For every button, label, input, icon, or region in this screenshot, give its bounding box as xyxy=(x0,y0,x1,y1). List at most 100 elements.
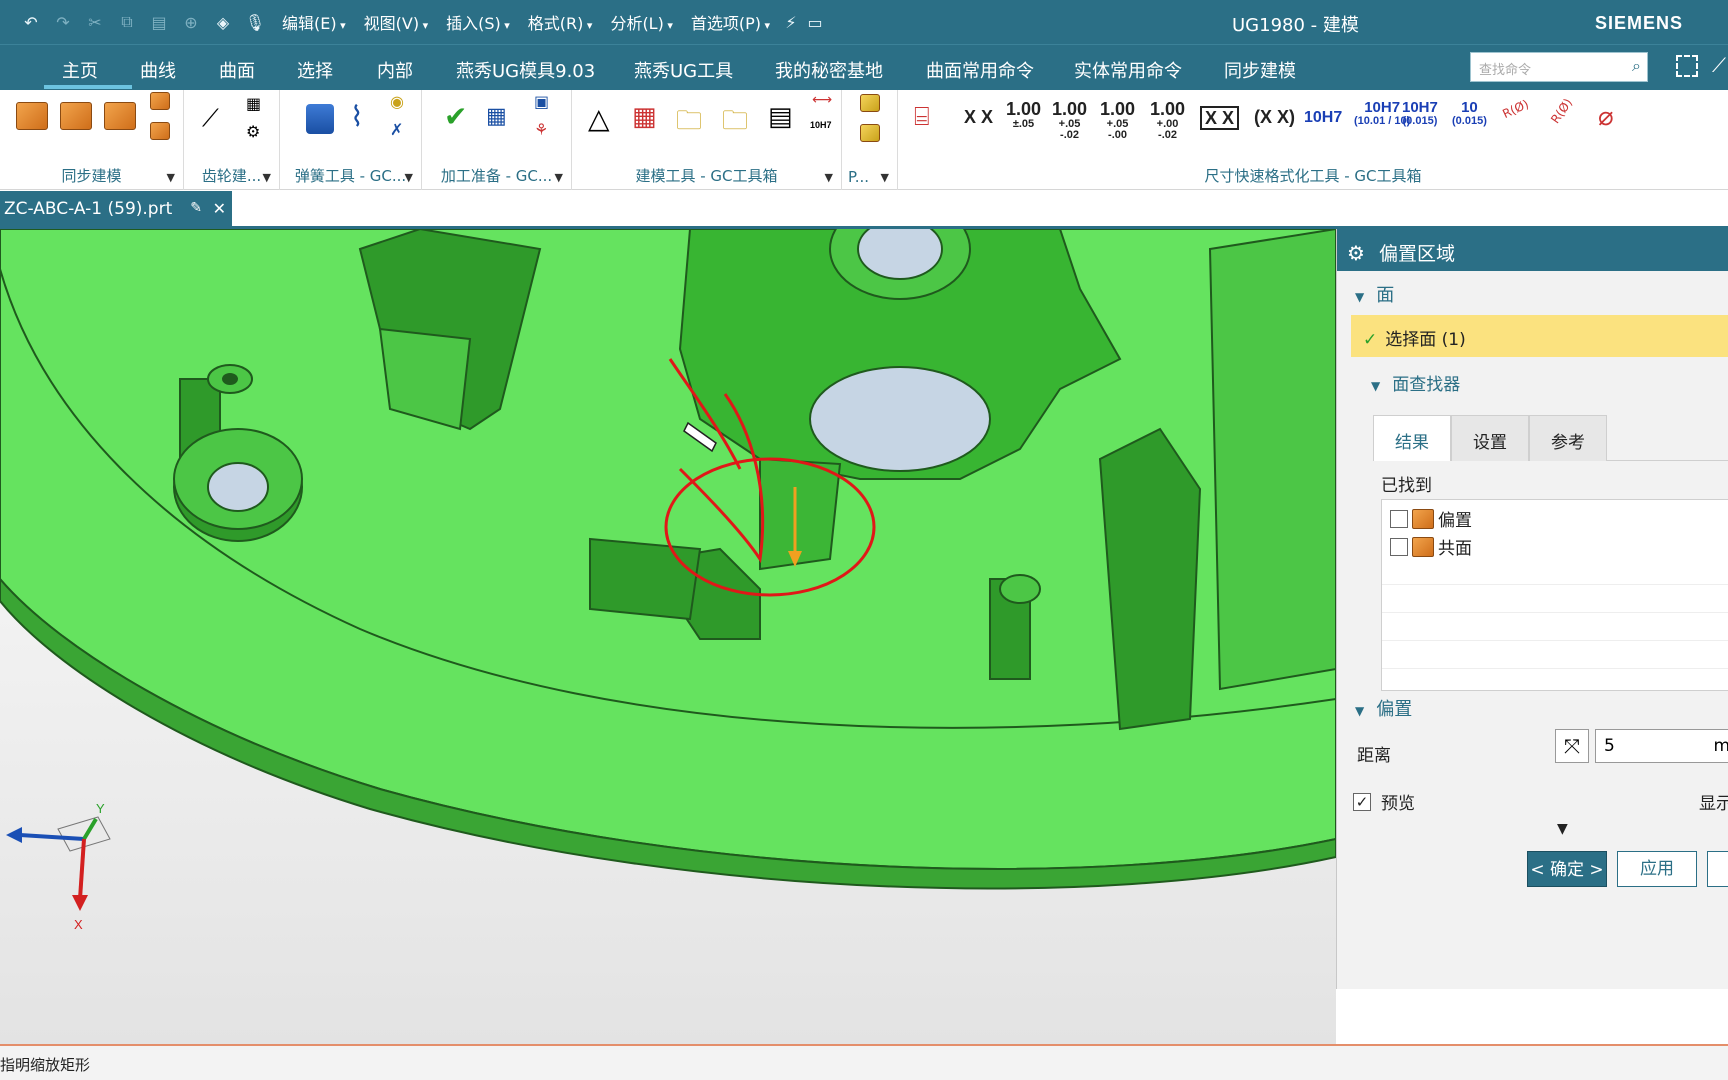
note-icon[interactable]: ▤ xyxy=(768,102,793,132)
reverse-direction-icon[interactable]: ⤧ xyxy=(1555,729,1589,763)
document-tab[interactable]: ZC-ABC-A-1 (59).prt ✎ ✕ xyxy=(0,191,232,229)
close-icon[interactable]: ✕ xyxy=(213,199,226,218)
dim-reference-button[interactable]: (X X) xyxy=(1254,108,1295,126)
select-face-row[interactable]: ✓ 选择面 (1) xyxy=(1351,315,1728,357)
tab-select[interactable]: 选择 xyxy=(297,57,333,83)
dim-symmetric-tol-button[interactable]: 1.00 ±.05 xyxy=(1006,100,1041,130)
window-layout-icon[interactable]: ▭ xyxy=(804,11,826,33)
tab-surface[interactable]: 曲面 xyxy=(219,57,255,83)
tab-curve[interactable]: 曲线 xyxy=(140,57,176,83)
menu-analysis[interactable]: 分析(L) xyxy=(602,10,680,34)
dimension-frame-icon[interactable]: ⌸ xyxy=(914,102,930,133)
compression-spring-icon[interactable]: ⌇ xyxy=(350,100,364,133)
show-result-button[interactable]: 显示 xyxy=(1699,789,1728,814)
disc-spring-icon[interactable]: ◉ xyxy=(390,92,404,111)
collapse-ribbon-icon[interactable]: ⟋ xyxy=(1712,53,1726,77)
preview-checkbox[interactable] xyxy=(1353,792,1371,811)
microphone-icon[interactable]: 🎙 xyxy=(244,11,266,33)
graphics-viewport[interactable]: Y X xyxy=(0,229,1336,1044)
chevron-down-icon[interactable]: ▼ xyxy=(1371,379,1380,393)
cut-icon[interactable]: ✂ xyxy=(84,11,106,33)
tab-home[interactable]: 主页 xyxy=(62,57,98,83)
tab-results[interactable]: 结果 xyxy=(1373,415,1451,461)
measure-icon[interactable]: ⟷ xyxy=(812,92,832,108)
more-options-icon[interactable]: ▼ xyxy=(1557,821,1568,837)
list-item[interactable]: 共面 xyxy=(1390,534,1472,559)
distance-input[interactable]: 5 m xyxy=(1595,729,1728,763)
fit-icon[interactable]: 10H7 xyxy=(810,120,832,130)
tab-solid-commands[interactable]: 实体常用命令 xyxy=(1074,57,1182,83)
menu-edit[interactable]: 编辑(E) xyxy=(274,10,354,34)
machining-features-icon[interactable]: ▦ xyxy=(486,104,507,129)
chevron-down-icon[interactable]: ▼ xyxy=(555,171,563,184)
dim-fit-button[interactable]: 10H7 xyxy=(1304,110,1342,126)
p-tool-2-icon[interactable] xyxy=(860,124,880,142)
move-face-icon[interactable] xyxy=(16,102,48,130)
table-icon[interactable]: ▦ xyxy=(632,102,657,132)
chevron-down-icon[interactable]: ▼ xyxy=(1355,704,1364,718)
delete-face-icon[interactable] xyxy=(60,102,92,130)
preview-toggle[interactable]: 预览 xyxy=(1353,789,1415,814)
offset-checkbox[interactable] xyxy=(1390,509,1408,528)
finder-section-header[interactable]: ▼ 面查找器 xyxy=(1371,370,1460,395)
offset-section-header[interactable]: ▼ 偏置 xyxy=(1355,695,1412,721)
cancel-button[interactable] xyxy=(1707,851,1728,887)
menu-insert[interactable]: 插入(S) xyxy=(438,10,518,34)
hole-table-icon[interactable]: ▣ xyxy=(534,92,549,111)
edit-icon[interactable]: ✎ xyxy=(190,200,202,216)
dim-xx-button[interactable]: X X xyxy=(964,108,993,126)
paste-icon[interactable]: ▤ xyxy=(148,11,170,33)
tab-yanxiu-mold[interactable]: 燕秀UG模具9.03 xyxy=(456,57,595,83)
dim-fit-tol-button[interactable]: 10H7 (0.015) xyxy=(1402,100,1438,127)
gear-mesh-icon[interactable]: ⚙ xyxy=(246,122,260,141)
part-model[interactable]: Y X xyxy=(0,229,1336,1044)
undo-icon[interactable]: ↶ xyxy=(20,11,42,33)
face-section-header[interactable]: ▼ 面 xyxy=(1355,281,1394,307)
paste-special-icon[interactable]: ⊕ xyxy=(180,11,202,33)
touch-mode-icon[interactable]: ⚡ xyxy=(780,11,802,33)
menu-format[interactable]: 格式(R) xyxy=(520,10,601,34)
tab-settings[interactable]: 设置 xyxy=(1451,415,1529,461)
ok-button[interactable]: < 确定 > xyxy=(1527,851,1607,887)
dim-value-tol-button[interactable]: 10 (0.015) xyxy=(1452,100,1487,127)
coplanar-checkbox[interactable] xyxy=(1390,537,1408,556)
gear-param-icon[interactable]: ▦ xyxy=(246,94,261,113)
menu-preferences[interactable]: 首选项(P) xyxy=(683,10,778,34)
tab-reference[interactable]: 参考 xyxy=(1529,415,1607,461)
tab-secret-base[interactable]: 我的秘密基地 xyxy=(775,57,883,83)
redo-icon[interactable]: ↷ xyxy=(52,11,74,33)
command-search-input[interactable]: 查找命令 ⌕ xyxy=(1470,52,1648,82)
list-item[interactable]: 偏置 xyxy=(1390,506,1472,531)
gear-model-icon[interactable]: ⟋ xyxy=(202,104,219,132)
chevron-down-icon[interactable]: ▼ xyxy=(405,171,413,184)
dim-basic-button[interactable]: X X xyxy=(1200,106,1240,130)
chevron-down-icon[interactable]: ▼ xyxy=(825,171,833,184)
diameter-icon[interactable]: ⌀ xyxy=(1598,102,1614,132)
copy-icon[interactable]: ⧉ xyxy=(116,11,138,33)
folder-settings-icon[interactable]: 🗀 xyxy=(722,102,748,146)
chevron-down-icon[interactable]: ▼ xyxy=(881,171,889,184)
delete-spring-icon[interactable]: ✗ xyxy=(390,120,403,139)
offset-region-icon[interactable] xyxy=(150,92,170,110)
folder-add-icon[interactable]: 🗀 xyxy=(676,102,702,146)
chevron-down-icon[interactable]: ▼ xyxy=(167,171,175,184)
chevron-down-icon[interactable]: ▼ xyxy=(263,171,271,184)
p-tool-1-icon[interactable] xyxy=(860,94,880,112)
resize-blend-icon[interactable] xyxy=(150,122,170,140)
apply-button[interactable]: 应用 xyxy=(1617,851,1697,887)
cylinder-spring-icon[interactable] xyxy=(306,104,334,134)
tab-surface-commands[interactable]: 曲面常用命令 xyxy=(926,57,1034,83)
search-icon[interactable]: ⌕ xyxy=(1632,56,1641,76)
part-navigator-icon[interactable]: ◈ xyxy=(212,11,234,33)
check-icon[interactable]: ✔ xyxy=(444,100,467,133)
diameter-leader-icon[interactable]: R(Ø) xyxy=(1548,96,1575,126)
tab-internal[interactable]: 内部 xyxy=(377,57,413,83)
radius-leader-icon[interactable]: R(Ø) xyxy=(1500,97,1531,121)
dim-upper-tol-button[interactable]: 1.00 +.05 -.00 xyxy=(1100,100,1135,141)
gear-icon[interactable]: ⚙ xyxy=(1347,241,1365,265)
dim-bilateral-tol-button[interactable]: 1.00 +.05 -.02 xyxy=(1052,100,1087,141)
fullscreen-icon[interactable] xyxy=(1676,55,1698,77)
replace-face-icon[interactable] xyxy=(104,102,136,130)
triangle-icon[interactable]: △ xyxy=(588,102,610,135)
menu-view[interactable]: 视图(V) xyxy=(356,10,436,34)
